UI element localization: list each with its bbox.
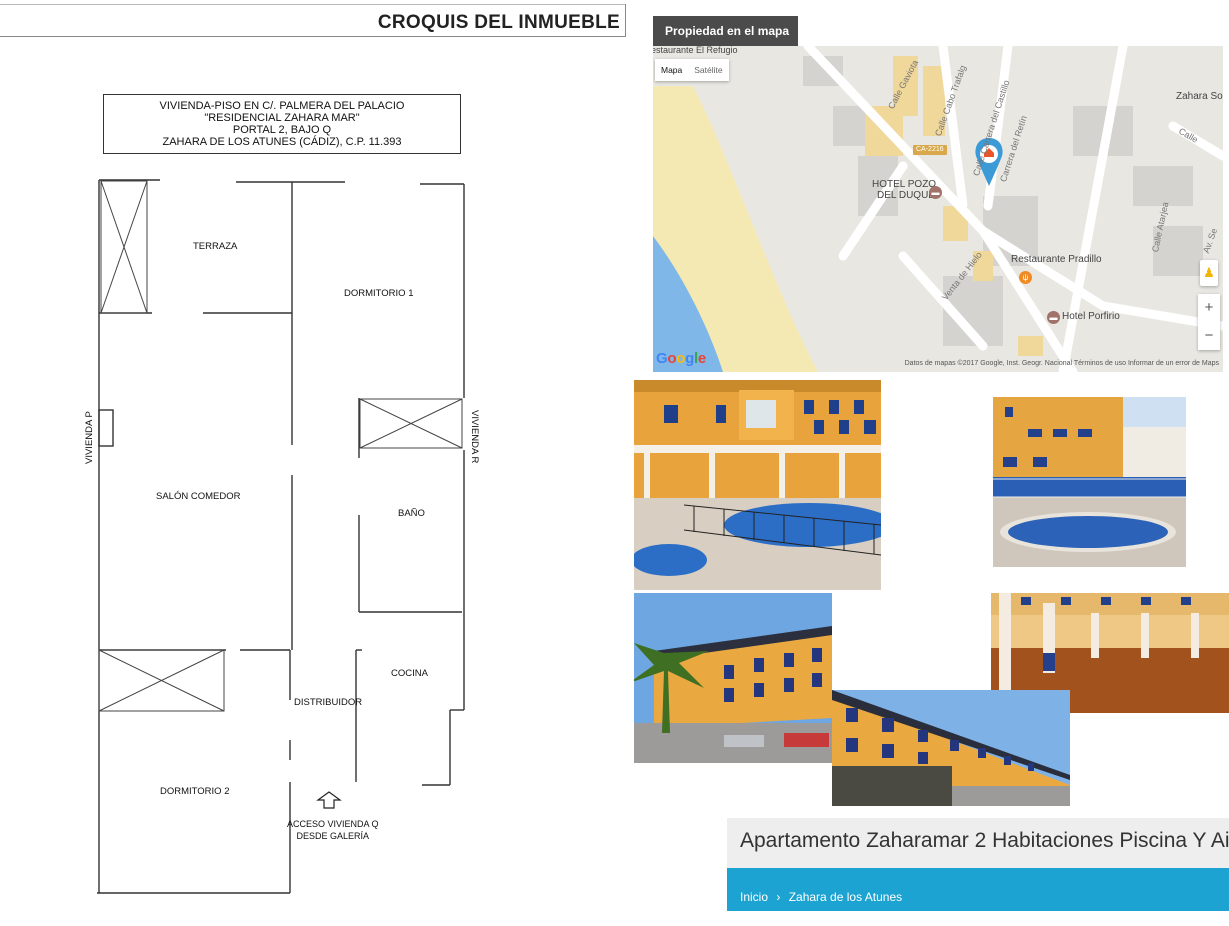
breadcrumb-separator: › — [776, 890, 781, 904]
breadcrumb-home-link[interactable]: Inicio — [740, 890, 768, 904]
map-type-control[interactable]: Mapa Satélite — [655, 59, 729, 81]
restaurant-icon: ψ — [1019, 271, 1032, 284]
property-photo[interactable] — [993, 397, 1186, 567]
room-label: BAÑO — [398, 508, 425, 519]
room-label: DORMITORIO 2 — [160, 786, 230, 797]
access-line: DESDE GALERÍA — [296, 831, 370, 841]
zoom-out-button[interactable]: − — [1198, 322, 1220, 350]
side-label-right: VIVIENDA R — [469, 410, 480, 464]
tab-map[interactable]: Propiedad en el mapa — [653, 16, 798, 46]
room-label: COCINA — [391, 668, 428, 679]
room-label: DORMITORIO 1 — [344, 288, 414, 299]
map-label: Zahara Sol — [1176, 91, 1223, 102]
street-view-pegman-icon[interactable]: ♟ — [1200, 260, 1218, 286]
floor-plan: CROQUIS DEL INMUEBLE VIVIENDA-PISO EN C/… — [0, 0, 632, 911]
property-title: Apartamento Zaharamar 2 Habitaciones Pis… — [727, 818, 1229, 868]
map-type-map[interactable]: Mapa — [655, 59, 688, 81]
side-label-left: VIVIENDA P — [84, 411, 95, 464]
breadcrumb-location-link[interactable]: Zahara de los Atunes — [789, 890, 902, 904]
map-label: estaurante El Refugio — [653, 46, 738, 55]
hotel-icon: ▬ — [929, 186, 942, 199]
map-canvas[interactable] — [653, 46, 1223, 372]
breadcrumb: Inicio › Zahara de los Atunes — [727, 868, 1229, 911]
property-photo[interactable] — [634, 593, 832, 763]
access-line: ACCESO VIVIENDA Q — [287, 819, 379, 829]
property-photo[interactable] — [634, 380, 881, 590]
zoom-in-button[interactable]: + — [1198, 294, 1220, 322]
map-label: Hotel Porfirio — [1062, 311, 1120, 322]
access-note: ACCESO VIVIENDA Q DESDE GALERÍA — [287, 818, 379, 842]
map-label: HOTEL POZO — [872, 179, 937, 190]
property-photo[interactable] — [832, 690, 1070, 806]
hotel-icon: ▬ — [1047, 311, 1060, 324]
room-label: SALÓN COMEDOR — [156, 491, 241, 502]
room-label: DISTRIBUIDOR — [294, 697, 363, 708]
road-badge: CA-2216 — [913, 145, 947, 155]
map-label: Restaurante Pradillo — [1011, 254, 1102, 265]
zoom-control[interactable]: + − — [1198, 294, 1220, 350]
google-logo: Google — [656, 350, 706, 367]
room-label: TERRAZA — [193, 241, 238, 252]
entry-arrow-icon — [316, 791, 342, 809]
map-attribution[interactable]: Datos de mapas ©2017 Google, Inst. Geogr… — [905, 360, 1219, 367]
map-label: DEL DUQUE — [877, 190, 935, 201]
map-type-satellite[interactable]: Satélite — [688, 59, 728, 81]
property-map[interactable]: Mapa Satélite estaurante El Refugio HOTE… — [653, 46, 1223, 372]
